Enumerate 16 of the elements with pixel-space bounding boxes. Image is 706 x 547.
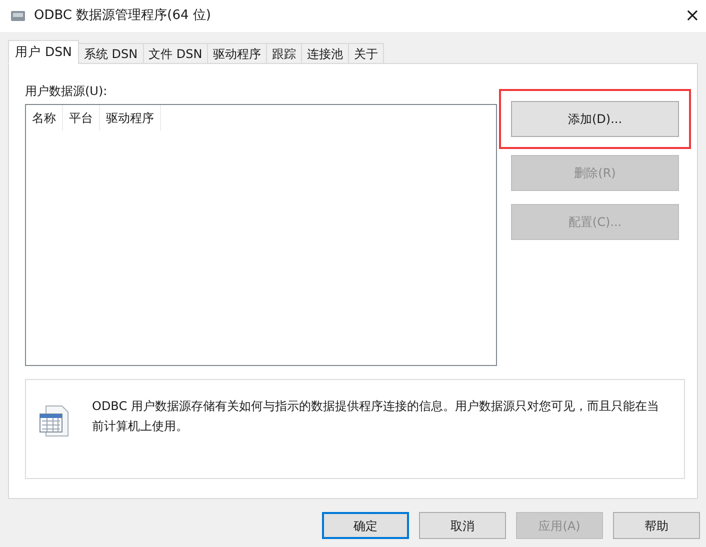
data-source-list[interactable]: 名称 平台 驱动程序 xyxy=(25,104,497,366)
tab[interactable]: 用户 DSN xyxy=(8,40,79,64)
dialog-button[interactable]: 帮助 xyxy=(613,512,700,539)
action-button[interactable]: 添加(D)... xyxy=(511,101,679,137)
column-header[interactable]: 名称 xyxy=(26,105,63,131)
column-header[interactable]: 驱动程序 xyxy=(100,105,161,131)
tab[interactable]: 系统 DSN xyxy=(78,43,144,64)
info-text: ODBC 用户数据源存储有关如何与指示的数据提供程序连接的信息。用户数据源只对您可见，而且只能在当前计算机上使用。 xyxy=(92,398,660,435)
list-label: 用户数据源(U): xyxy=(25,83,108,100)
dialog-button[interactable]: 取消 xyxy=(419,512,506,539)
close-button[interactable]: × xyxy=(684,7,700,25)
tab[interactable]: 关于 xyxy=(348,43,384,64)
column-header[interactable]: 平台 xyxy=(63,105,100,131)
app-icon xyxy=(10,9,26,23)
dialog-button[interactable]: 确定 xyxy=(322,512,409,539)
window-title: ODBC 数据源管理程序(64 位) xyxy=(34,7,211,26)
